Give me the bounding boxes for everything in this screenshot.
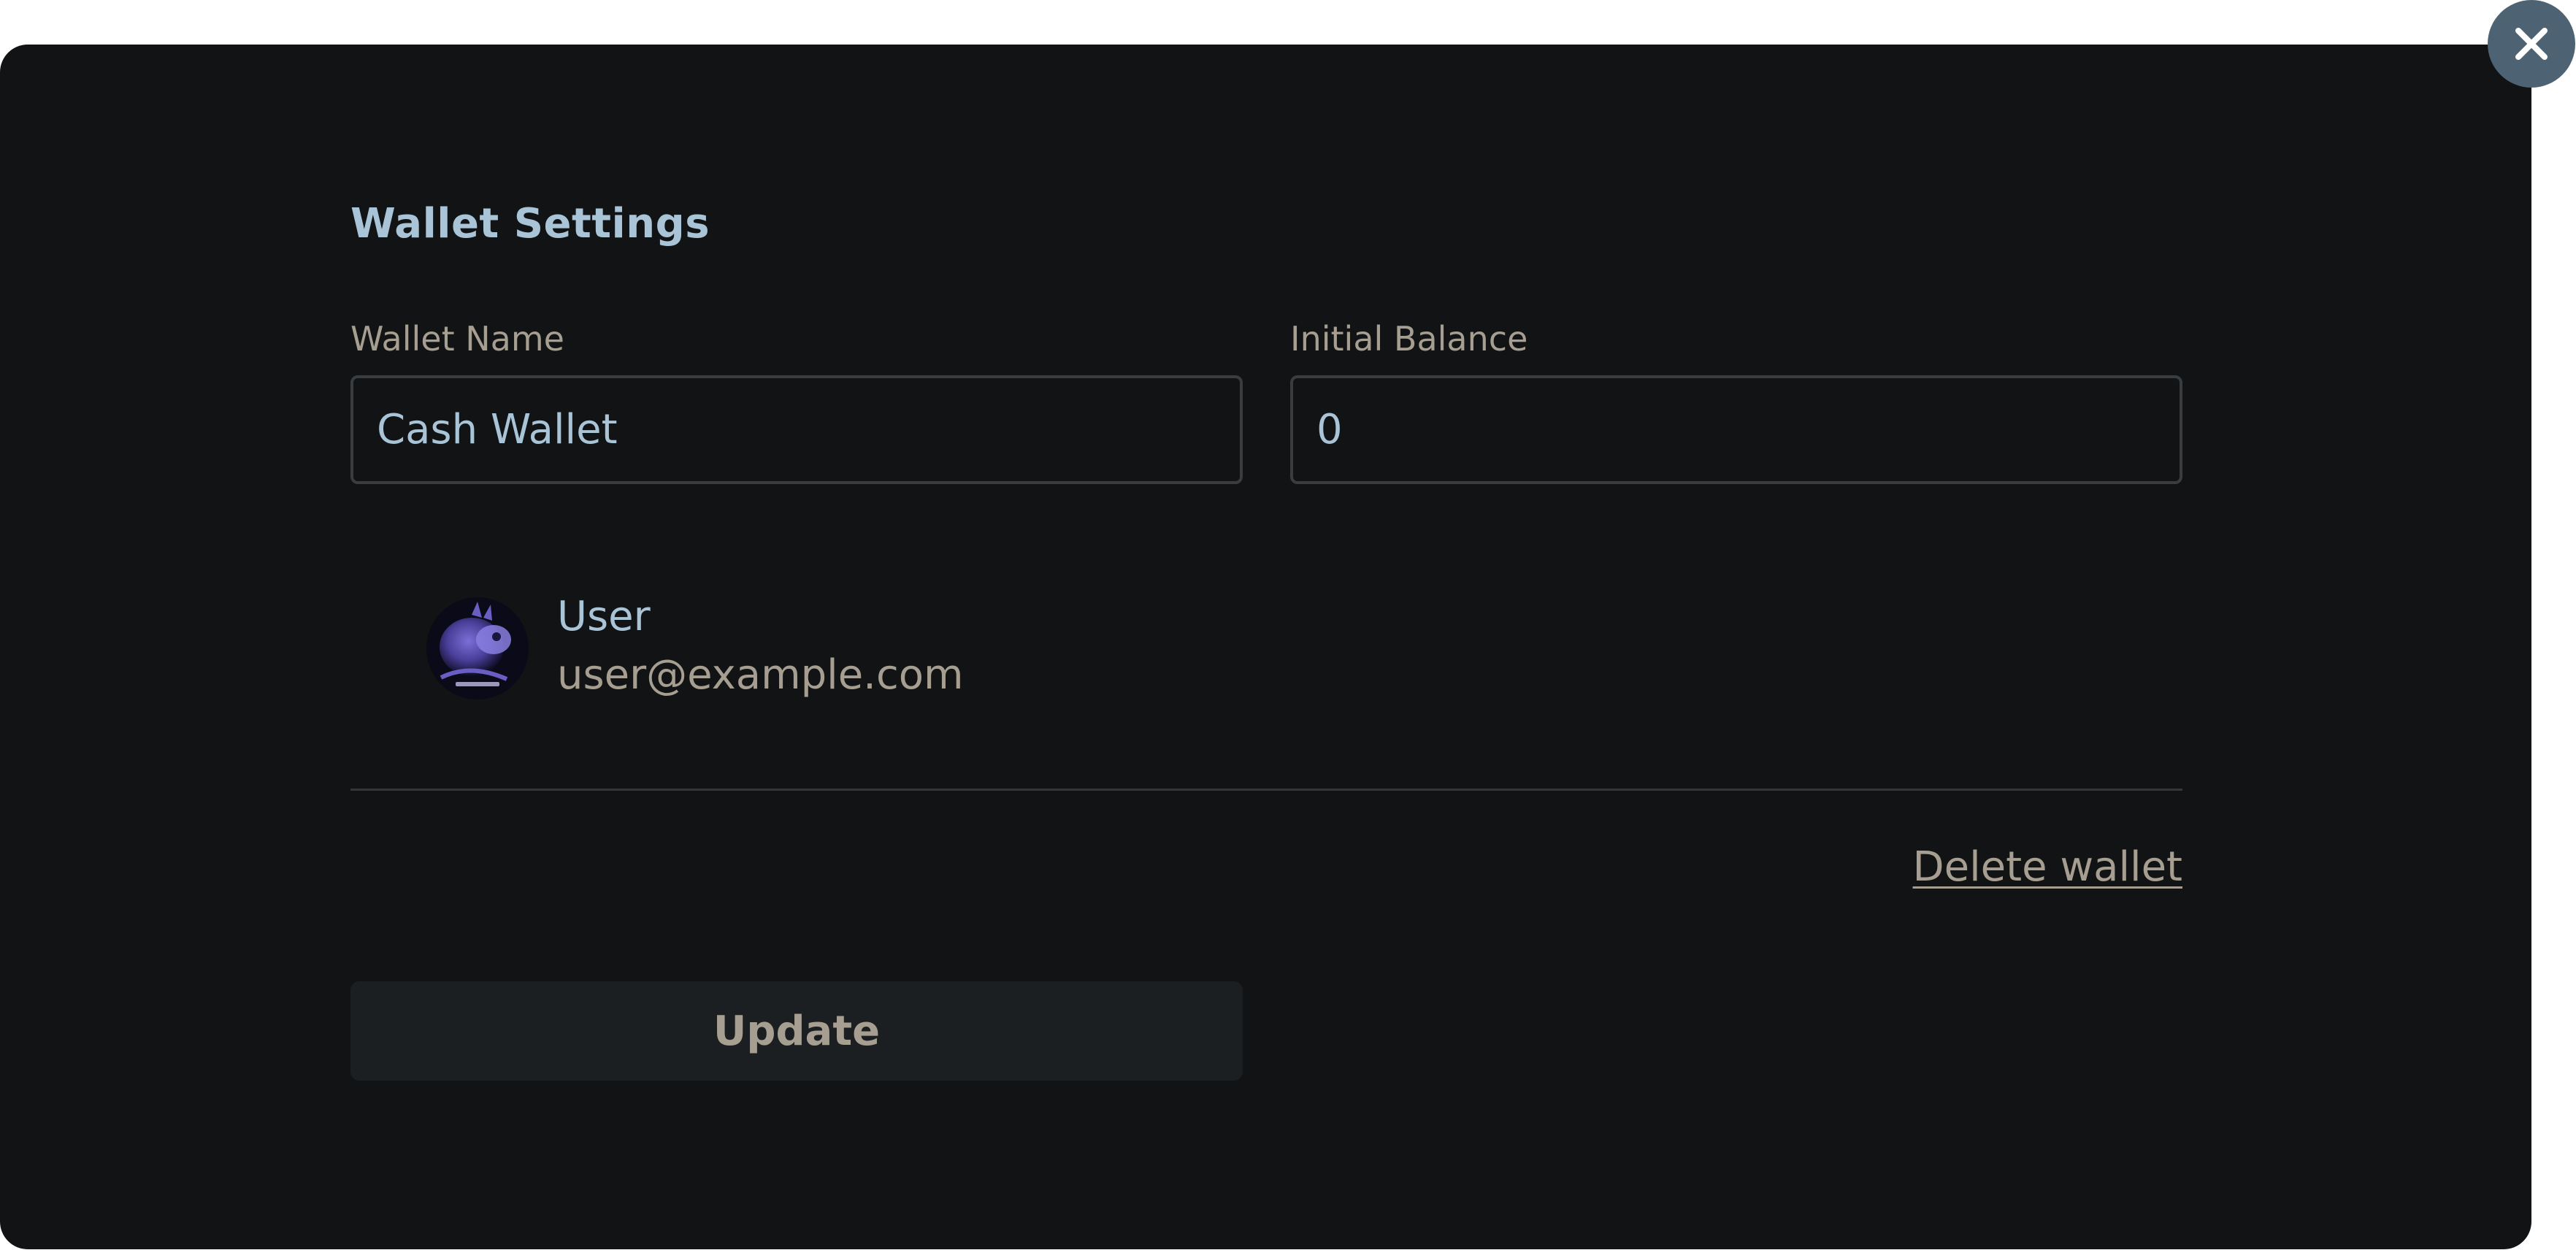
close-button[interactable] bbox=[2488, 0, 2575, 88]
owner-email: user@example.com bbox=[557, 651, 964, 699]
initial-balance-input[interactable] bbox=[1290, 375, 2182, 484]
update-button[interactable]: Update bbox=[350, 981, 1243, 1081]
avatar-image bbox=[426, 597, 529, 699]
delete-wallet-link[interactable]: Delete wallet bbox=[1913, 843, 2182, 891]
page-title: Wallet Settings bbox=[350, 200, 710, 248]
wallet-name-input[interactable] bbox=[350, 375, 1243, 484]
initial-balance-label: Initial Balance bbox=[1290, 319, 1528, 358]
divider bbox=[350, 789, 2182, 791]
close-icon bbox=[2515, 28, 2548, 60]
wallet-name-label: Wallet Name bbox=[350, 319, 564, 358]
owner-name: User bbox=[557, 593, 651, 640]
avatar bbox=[426, 597, 529, 699]
